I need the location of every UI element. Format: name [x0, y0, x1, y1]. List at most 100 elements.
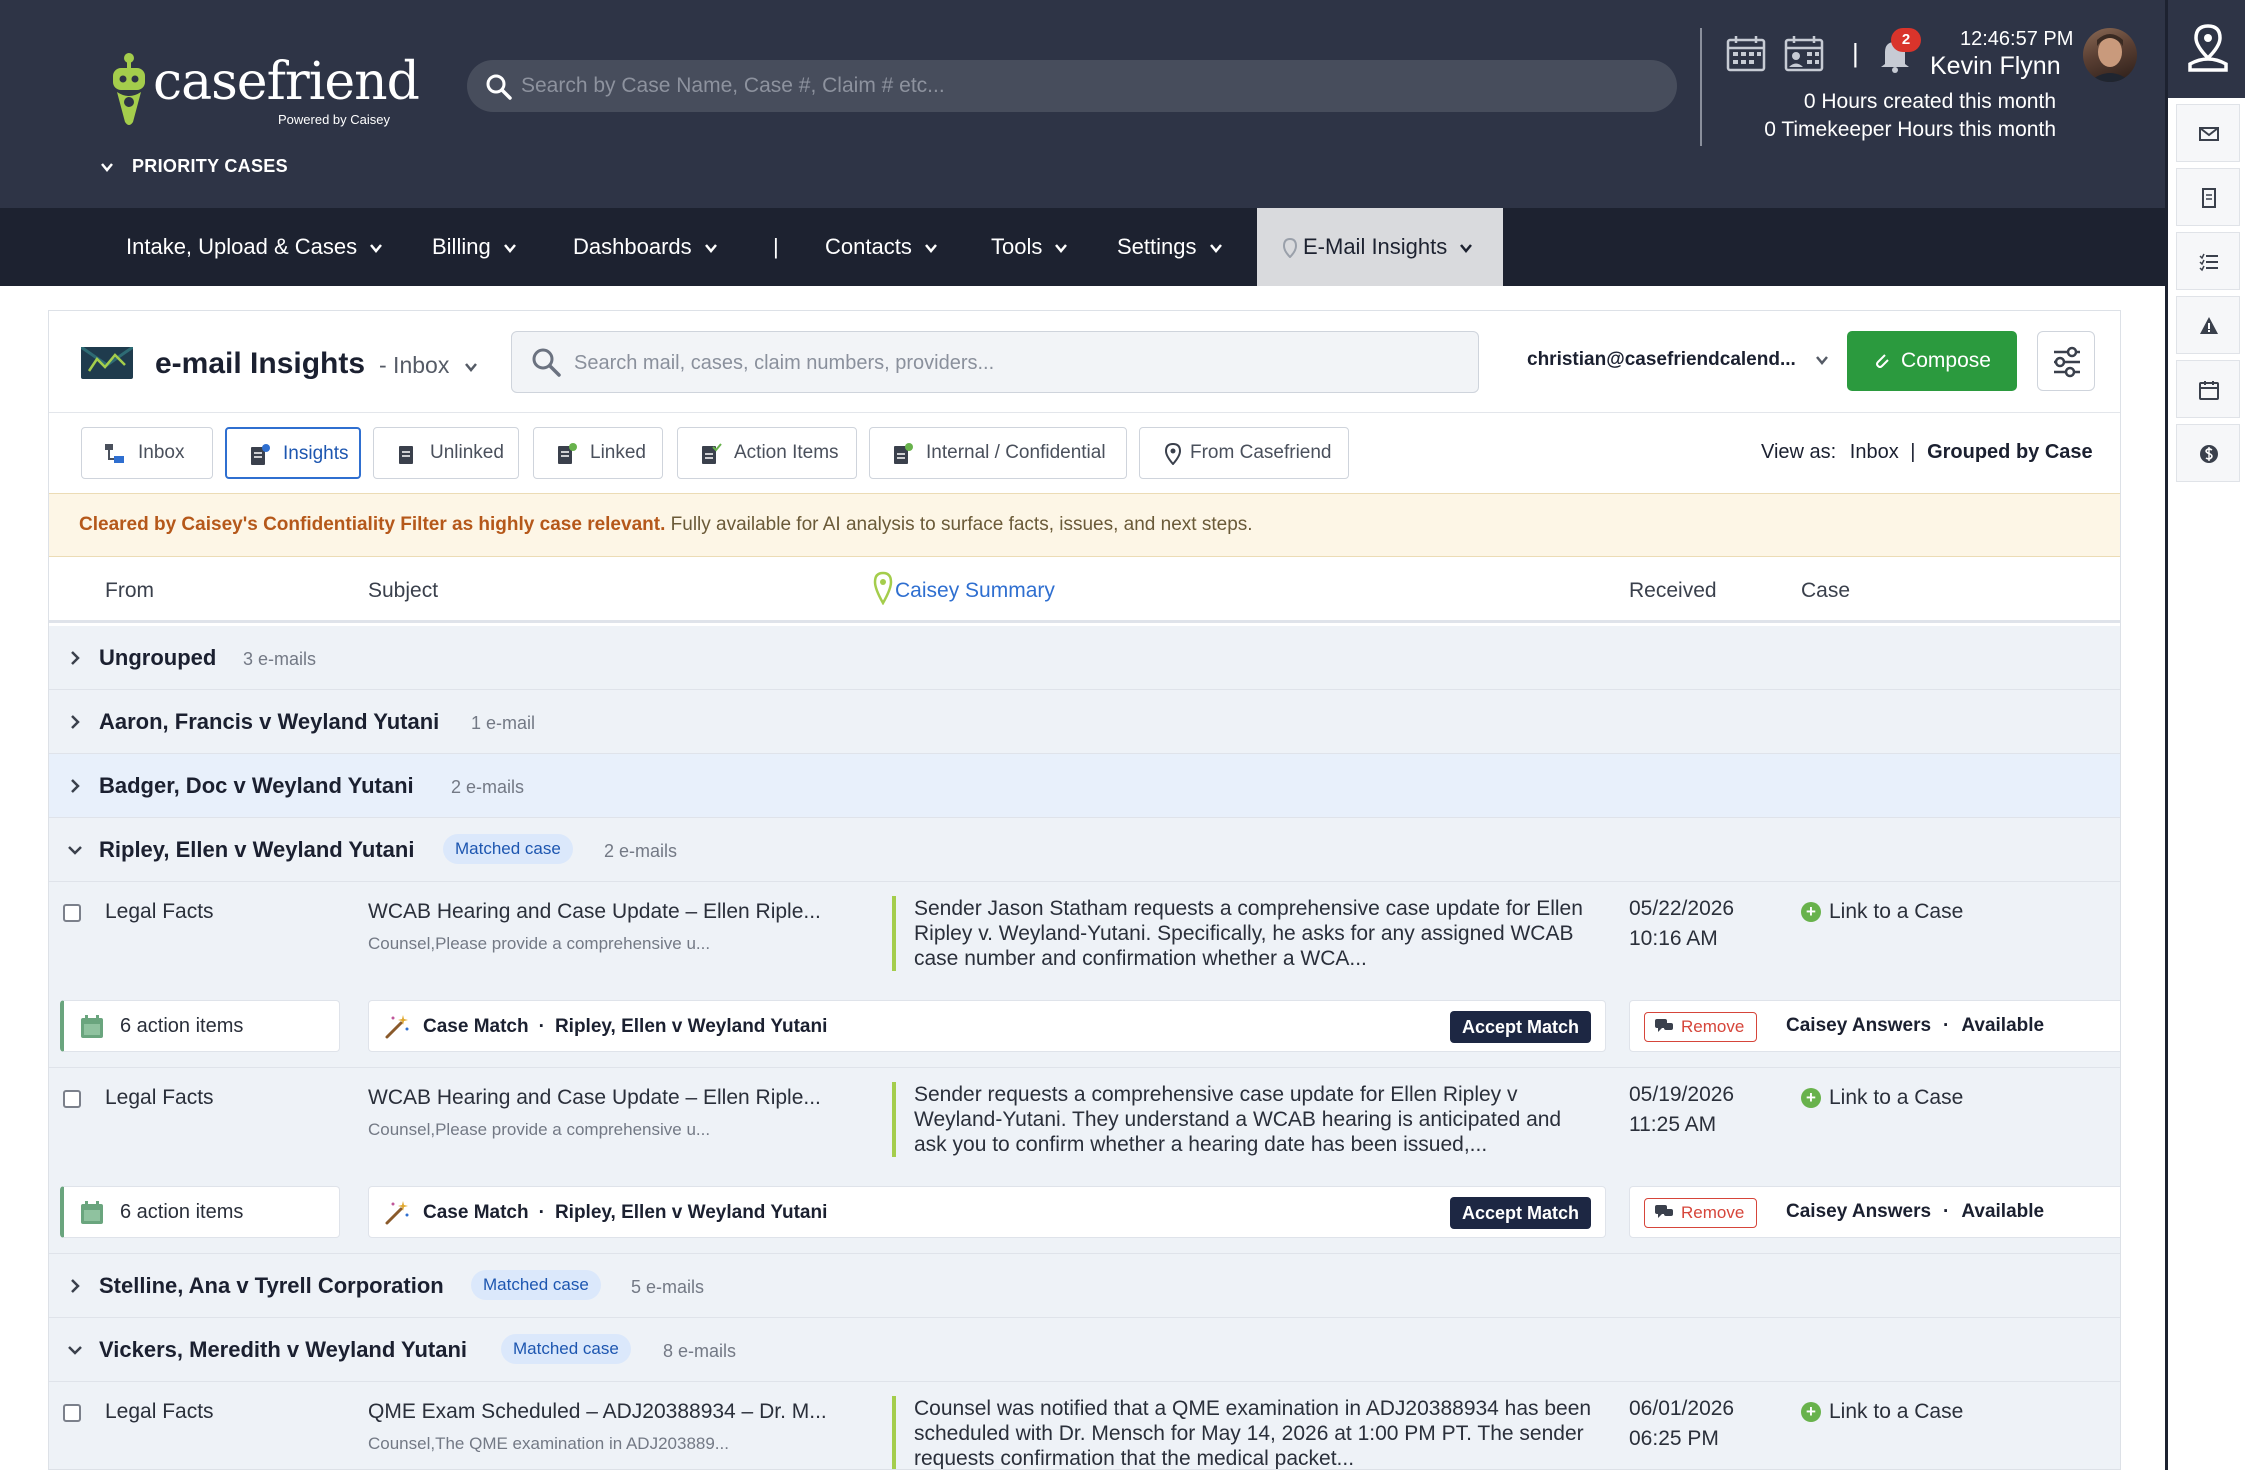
rail-billing-button[interactable] [2176, 424, 2240, 482]
email-subject[interactable]: WCAB Hearing and Case Update – Ellen Rip… [368, 900, 821, 924]
folder-selector[interactable]: - Inbox [379, 352, 478, 379]
nav-tools[interactable]: Tools [991, 208, 1068, 286]
group-row[interactable]: Vickers, Meredith v Weyland Yutani Match… [49, 1318, 2120, 1382]
group-name: Stelline, Ana v Tyrell Corporation [99, 1273, 444, 1298]
email-row[interactable]: Legal Facts WCAB Hearing and Case Update… [49, 1068, 2120, 1254]
rail-calendar-button[interactable] [2176, 360, 2240, 418]
nav-email-insights-label: E-Mail Insights [1303, 234, 1448, 259]
tab-unlinked[interactable]: Unlinked [373, 427, 519, 479]
link-to-case-button[interactable]: + Link to a Case [1801, 1400, 1963, 1424]
email-subject[interactable]: WCAB Hearing and Case Update – Ellen Rip… [368, 1086, 821, 1110]
col-subject[interactable]: Subject [368, 579, 438, 603]
group-row[interactable]: Aaron, Francis v Weyland Yutani 1 e-mail [49, 690, 2120, 754]
tab-action-items[interactable]: Action Items [677, 427, 857, 479]
col-from[interactable]: From [105, 579, 154, 603]
nav-billing[interactable]: Billing [432, 208, 517, 286]
view-as-inbox[interactable]: Inbox [1850, 441, 1899, 463]
document-icon [399, 446, 413, 464]
compose-label: Compose [1901, 349, 1991, 372]
received-day: 05/19/2026 [1629, 1083, 1735, 1106]
nav-email-insights[interactable]: E-Mail Insights [1257, 208, 1504, 286]
link-to-case-button[interactable]: + Link to a Case [1801, 900, 1963, 924]
caisey-assistant-icon[interactable] [2186, 24, 2230, 74]
nav-settings[interactable]: Settings [1117, 208, 1223, 286]
chevron-down-icon [1209, 244, 1222, 254]
priority-cases-toggle[interactable]: PRIORITY CASES [100, 156, 288, 177]
email-insights-panel: e-mail Insights - Inbox Search mail, cas… [48, 310, 2121, 1470]
answers-separator: · [1943, 1015, 1950, 1036]
tab-linked[interactable]: Linked [533, 427, 663, 479]
document-shield-icon [894, 443, 913, 464]
caisey-pin-icon [1282, 238, 1298, 259]
col-caisey-summary[interactable]: Caisey Summary [873, 571, 1055, 605]
email-row[interactable]: Legal Facts WCAB Hearing and Case Update… [49, 882, 2120, 1068]
nav-dashboards[interactable]: Dashboards [573, 208, 718, 286]
confidentiality-notice: Cleared by Caisey's Confidentiality Filt… [49, 493, 2120, 557]
rail-checklist-button[interactable] [2176, 232, 2240, 290]
chevron-down-icon [370, 244, 383, 254]
group-row[interactable]: Ripley, Ellen v Weyland Yutani Matched c… [49, 818, 2120, 882]
dollar-icon [2200, 445, 2218, 463]
group-count: 3 e-mails [243, 649, 317, 669]
rail-alert-button[interactable] [2176, 296, 2240, 354]
received-date: 05/19/2026 11:25 AM [1629, 1080, 1734, 1140]
group-row[interactable]: Stelline, Ana v Tyrell Corporation Match… [49, 1254, 2120, 1318]
nav-intake-upload-cases[interactable]: Intake, Upload & Cases [126, 208, 383, 286]
global-search-input[interactable]: Search by Case Name, Case #, Claim # etc… [467, 60, 1677, 112]
view-as-grouped[interactable]: Grouped by Case [1927, 441, 2093, 463]
filter-settings-button[interactable] [2037, 331, 2095, 391]
chevron-right-icon [71, 1279, 80, 1293]
account-selector[interactable]: christian@casefriendcalend... [1527, 349, 1829, 371]
case-match-bar: Case Match · Ripley, Ellen v Weyland Yutan… [368, 1186, 1606, 1238]
col-case[interactable]: Case [1801, 579, 1850, 603]
casefriend-logo[interactable]: casefriend Powered by Caisey [103, 44, 420, 134]
remove-button[interactable]: Remove [1644, 1198, 1758, 1228]
sliders-icon [2054, 346, 2080, 378]
calendar-grid-icon[interactable] [1724, 34, 1768, 74]
received-date: 06/01/2026 06:25 PM [1629, 1394, 1734, 1454]
compose-button[interactable]: Compose [1847, 331, 2017, 391]
main-content: e-mail Insights - Inbox Search mail, cas… [0, 286, 2165, 1470]
caisey-answers-status: Caisey Answers · Available [1786, 1015, 2044, 1037]
toolbar-divider [49, 412, 2120, 413]
col-caisey-summary-label: Caisey Summary [895, 579, 1055, 602]
tab-insights[interactable]: Insights [225, 427, 361, 479]
case-match-text: Case Match · Ripley, Ellen v Weyland Yutan… [423, 1016, 827, 1038]
user-name[interactable]: Kevin Flynn [1930, 52, 2061, 81]
tab-internal-confidential[interactable]: Internal / Confidential [869, 427, 1127, 479]
mail-search-input[interactable]: Search mail, cases, claim numbers, provi… [511, 331, 1479, 393]
nav-billing-label: Billing [432, 234, 491, 259]
group-row[interactable]: Badger, Doc v Weyland Yutani 2 e-mails [49, 754, 2120, 818]
link-to-case-button[interactable]: + Link to a Case [1801, 1086, 1963, 1110]
email-insights-logo-icon [81, 347, 133, 379]
calendar-user-icon[interactable] [1782, 34, 1826, 74]
action-items-button[interactable]: 6 action items [60, 1000, 340, 1052]
email-subject[interactable]: QME Exam Scheduled – ADJ20388934 – Dr. M… [368, 1400, 827, 1424]
email-checkbox[interactable] [63, 1090, 81, 1108]
nav-contacts[interactable]: Contacts [825, 208, 938, 286]
email-checkbox[interactable] [63, 904, 81, 922]
accept-match-button[interactable]: Accept Match [1449, 1011, 1591, 1043]
group-row[interactable]: Ungrouped 3 e-mails [49, 626, 2120, 690]
logo-powered-by: Powered by Caisey [278, 112, 390, 127]
email-checkbox[interactable] [63, 1404, 81, 1422]
email-row[interactable]: Legal Facts QME Exam Scheduled – ADJ2038… [49, 1382, 2120, 1469]
magic-wand-icon [385, 1201, 409, 1225]
tab-from-casefriend[interactable]: From Casefriend [1139, 427, 1349, 479]
col-received[interactable]: Received [1629, 579, 1717, 603]
rail-document-button[interactable] [2176, 168, 2240, 226]
priority-cases-label: PRIORITY CASES [132, 156, 288, 176]
view-as-separator: | [1910, 441, 1916, 463]
email-from: Legal Facts [105, 1086, 214, 1109]
accept-match-button[interactable]: Accept Match [1449, 1197, 1591, 1229]
top-header: casefriend Powered by Caisey Search by C… [0, 0, 2165, 208]
user-avatar[interactable] [2083, 28, 2137, 82]
rail-mail-button[interactable] [2176, 104, 2240, 162]
chevron-down-icon [1816, 356, 1829, 365]
tab-inbox[interactable]: Inbox [81, 427, 213, 479]
remove-button[interactable]: Remove [1644, 1012, 1758, 1042]
received-time: 06:25 PM [1629, 1427, 1719, 1450]
group-count: 2 e-mails [604, 841, 678, 861]
action-items-button[interactable]: 6 action items [60, 1186, 340, 1238]
unlink-chat-icon [1655, 1019, 1673, 1032]
